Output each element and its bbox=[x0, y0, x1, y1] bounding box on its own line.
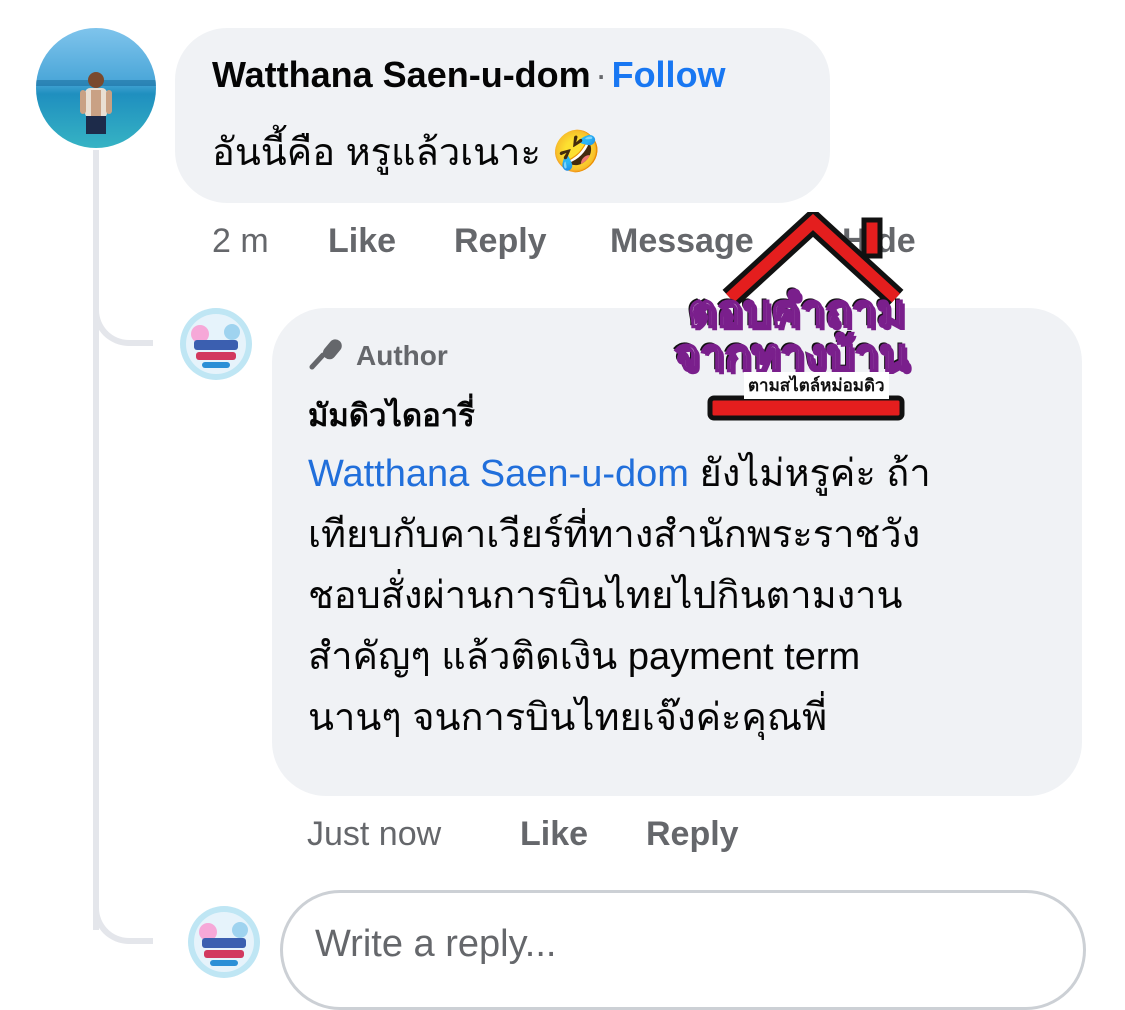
mention-link[interactable]: Watthana Saen-u-dom bbox=[308, 453, 689, 495]
page-avatar[interactable] bbox=[180, 308, 252, 380]
thread-line bbox=[93, 150, 99, 930]
reply-text-line: ชอบสั่งผ่านการบินไทยไปกินตามงาน bbox=[308, 575, 903, 617]
reply-reply-button[interactable]: Reply bbox=[646, 815, 739, 854]
composer-avatar bbox=[188, 906, 260, 978]
reply-timestamp[interactable]: Just now bbox=[307, 815, 441, 854]
reply-button[interactable]: Reply bbox=[454, 222, 547, 261]
reply-text-line: สำคัญๆ แล้วติดเงิน payment term bbox=[308, 636, 861, 678]
reply-like-button[interactable]: Like bbox=[520, 815, 588, 854]
like-button[interactable]: Like bbox=[328, 222, 396, 261]
separator-dot: · bbox=[595, 54, 608, 95]
reply-input[interactable]: Write a reply... bbox=[280, 890, 1086, 1010]
follow-button[interactable]: Follow bbox=[612, 54, 726, 95]
reply-author-name[interactable]: มัมดิวไดอารี่ bbox=[308, 390, 475, 440]
comment-text-body: อันนี้คือ หรูแล้วเนาะ bbox=[212, 132, 541, 174]
comment-timestamp[interactable]: 2 m bbox=[212, 222, 269, 261]
author-badge: Author bbox=[308, 336, 448, 375]
overlay-subtitle: ตามสไตล์หม่อมดิว bbox=[744, 372, 889, 399]
rolling-laughing-emoji-icon: 🤣 bbox=[551, 130, 602, 174]
reply-text-line: ยังไม่หรูค่ะ ถ้า bbox=[688, 453, 931, 495]
author-badge-label: Author bbox=[356, 339, 448, 371]
comment-text: อันนี้คือ หรูแล้วเนาะ 🤣 bbox=[212, 124, 601, 181]
avatar[interactable] bbox=[36, 28, 156, 148]
reply-text-line: เทียบกับคาเวียร์ที่ทางสำนักพระราชวัง bbox=[308, 514, 921, 556]
microphone-icon bbox=[308, 336, 346, 375]
reply-text: Watthana Saen-u-dom ยังไม่หรูค่ะ ถ้า เที… bbox=[308, 444, 1078, 749]
comment-header: Watthana Saen-u-dom · Follow bbox=[212, 54, 726, 96]
comment-author-name[interactable]: Watthana Saen-u-dom bbox=[212, 54, 591, 95]
thread-branch-composer bbox=[93, 904, 153, 944]
reply-input-placeholder: Write a reply... bbox=[315, 923, 557, 965]
thread-branch-reply bbox=[93, 306, 153, 346]
reply-text-line: นานๆ จนการบินไทยเจ๊งค่ะคุณพี่ bbox=[308, 697, 828, 739]
overlay-logo: ตอบคำถาม จากทางบ้าน ตามสไตล์หม่อมดิว bbox=[668, 212, 958, 432]
